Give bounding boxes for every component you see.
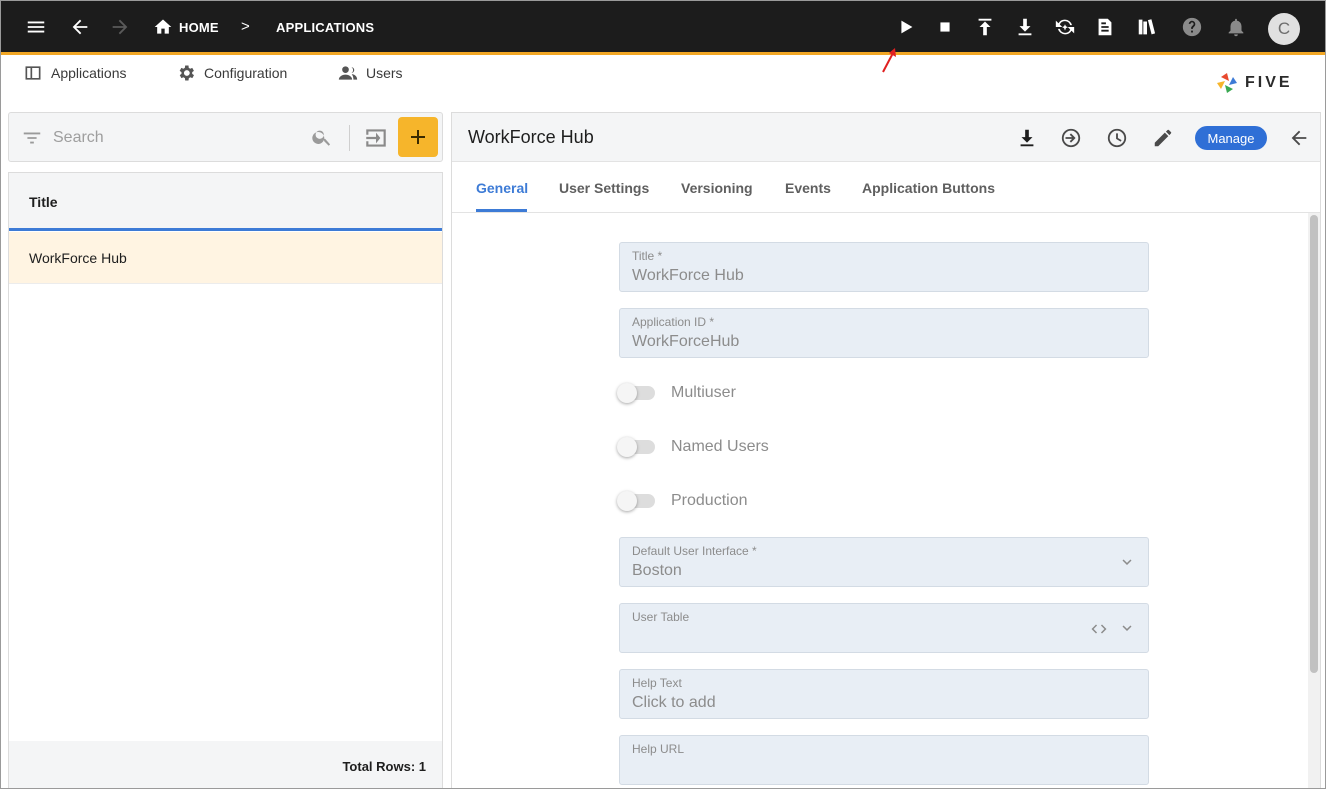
menu-configuration[interactable]: Configuration xyxy=(176,63,287,83)
application-id-value: WorkForceHub xyxy=(632,333,740,350)
help-text-field[interactable]: Help Text Click to add xyxy=(619,669,1149,719)
chevron-down-icon[interactable] xyxy=(1118,619,1136,642)
chevron-down-icon[interactable] xyxy=(1118,553,1136,576)
multiuser-switch[interactable] xyxy=(617,383,655,403)
close-back-arrow-icon[interactable] xyxy=(1286,125,1312,151)
application-id-field[interactable]: Application ID * WorkForceHub xyxy=(619,308,1149,358)
applications-icon xyxy=(25,66,41,80)
help-url-field[interactable]: Help URL xyxy=(619,735,1149,785)
help-icon[interactable] xyxy=(1176,11,1208,43)
annotation-arrow-icon xyxy=(882,48,896,73)
menu-applications-label: Applications xyxy=(51,65,127,81)
application-id-label: Application ID * xyxy=(632,315,715,329)
default-ui-label: Default User Interface * xyxy=(632,544,757,558)
back-arrow-icon[interactable] xyxy=(64,11,96,43)
production-label: Production xyxy=(671,492,748,509)
detail-title: WorkForce Hub xyxy=(468,127,594,147)
forward-arrow-icon[interactable] xyxy=(104,11,136,43)
search-bar xyxy=(8,112,443,162)
production-toggle[interactable]: Production xyxy=(617,489,748,513)
download-icon[interactable] xyxy=(1009,11,1041,43)
document-icon[interactable] xyxy=(1089,11,1121,43)
list-footer: Total Rows: 1 xyxy=(9,741,442,788)
configuration-gear-icon xyxy=(179,65,194,81)
default-ui-value: Boston xyxy=(632,562,682,579)
search-icon[interactable] xyxy=(311,126,333,153)
sync-icon[interactable] xyxy=(1049,11,1081,43)
filter-icon[interactable] xyxy=(21,127,43,149)
deploy-upload-icon[interactable] xyxy=(969,11,1001,43)
user-table-label: User Table xyxy=(632,610,690,624)
multiuser-toggle[interactable]: Multiuser xyxy=(617,381,736,405)
tab-user-settings[interactable]: User Settings xyxy=(559,180,649,196)
run-play-icon[interactable] xyxy=(890,11,922,43)
import-icon[interactable] xyxy=(363,125,389,156)
form-scrollbar[interactable] xyxy=(1308,213,1320,788)
menu-users-label: Users xyxy=(366,65,403,81)
help-text-value: Click to add xyxy=(632,694,716,711)
title-field-label: Title * xyxy=(632,249,663,263)
list-column-header[interactable]: Title xyxy=(9,173,442,231)
help-text-label: Help Text xyxy=(632,676,682,690)
five-logo-icon xyxy=(1217,73,1237,93)
download-app-icon[interactable] xyxy=(1014,125,1040,151)
column-title-label: Title xyxy=(29,194,58,210)
logo-text: FIVE xyxy=(1245,74,1293,91)
stop-icon[interactable] xyxy=(929,11,961,43)
detail-tabs: General User Settings Versioning Events … xyxy=(452,163,1320,213)
total-rows-count: Total Rows: 1 xyxy=(342,759,426,774)
menu-configuration-label: Configuration xyxy=(204,65,288,81)
breadcrumb-separator: > xyxy=(241,18,250,35)
named-users-label: Named Users xyxy=(671,438,769,455)
menu-users[interactable]: Users xyxy=(338,63,403,83)
default-user-interface-select[interactable]: Default User Interface * Boston xyxy=(619,537,1149,587)
manage-button[interactable]: Manage xyxy=(1195,126,1267,150)
active-tab-indicator xyxy=(476,209,527,212)
tab-events[interactable]: Events xyxy=(785,180,831,196)
library-books-icon[interactable] xyxy=(1131,11,1163,43)
title-field-value: WorkForce Hub xyxy=(632,267,744,284)
applications-list: Title WorkForce Hub Total Rows: 1 xyxy=(8,172,443,788)
home-icon[interactable] xyxy=(147,11,179,43)
plus-icon xyxy=(411,130,425,144)
app-window: HOME > APPLICATIONS C Applications Confi… xyxy=(0,0,1326,789)
breadcrumb-applications[interactable]: APPLICATIONS xyxy=(276,20,374,35)
scrollbar-thumb[interactable] xyxy=(1310,215,1318,673)
add-record-button[interactable] xyxy=(398,117,438,157)
menu-applications[interactable]: Applications xyxy=(23,63,127,83)
tab-general[interactable]: General xyxy=(476,180,528,196)
import-circle-icon[interactable] xyxy=(1058,125,1084,151)
production-switch[interactable] xyxy=(617,491,655,511)
detail-panel: WorkForce Hub Manage General User Settin… xyxy=(451,112,1321,788)
user-table-select[interactable]: User Table xyxy=(619,603,1149,653)
list-item[interactable]: WorkForce Hub xyxy=(9,232,442,284)
users-group-icon xyxy=(338,66,358,80)
user-avatar[interactable]: C xyxy=(1268,13,1300,45)
history-clock-icon[interactable] xyxy=(1104,125,1130,151)
help-url-label: Help URL xyxy=(632,742,685,756)
code-brackets-icon[interactable] xyxy=(1090,620,1108,643)
edit-pencil-icon[interactable] xyxy=(1150,125,1176,151)
five-logo: FIVE xyxy=(1215,71,1293,95)
breadcrumb-home[interactable]: HOME xyxy=(179,20,219,35)
named-users-switch[interactable] xyxy=(617,437,655,457)
tab-application-buttons[interactable]: Application Buttons xyxy=(862,180,995,196)
hamburger-menu-icon[interactable] xyxy=(20,11,52,43)
list-item-label: WorkForce Hub xyxy=(29,250,127,266)
named-users-toggle[interactable]: Named Users xyxy=(617,435,769,459)
multiuser-label: Multiuser xyxy=(671,384,736,401)
search-divider xyxy=(349,125,350,151)
top-bar: HOME > APPLICATIONS C xyxy=(1,1,1325,55)
title-field[interactable]: Title * WorkForce Hub xyxy=(619,242,1149,292)
tab-versioning[interactable]: Versioning xyxy=(681,180,753,196)
detail-header: WorkForce Hub Manage xyxy=(452,113,1320,162)
notifications-bell-icon[interactable] xyxy=(1220,11,1252,43)
search-input[interactable] xyxy=(53,126,303,150)
